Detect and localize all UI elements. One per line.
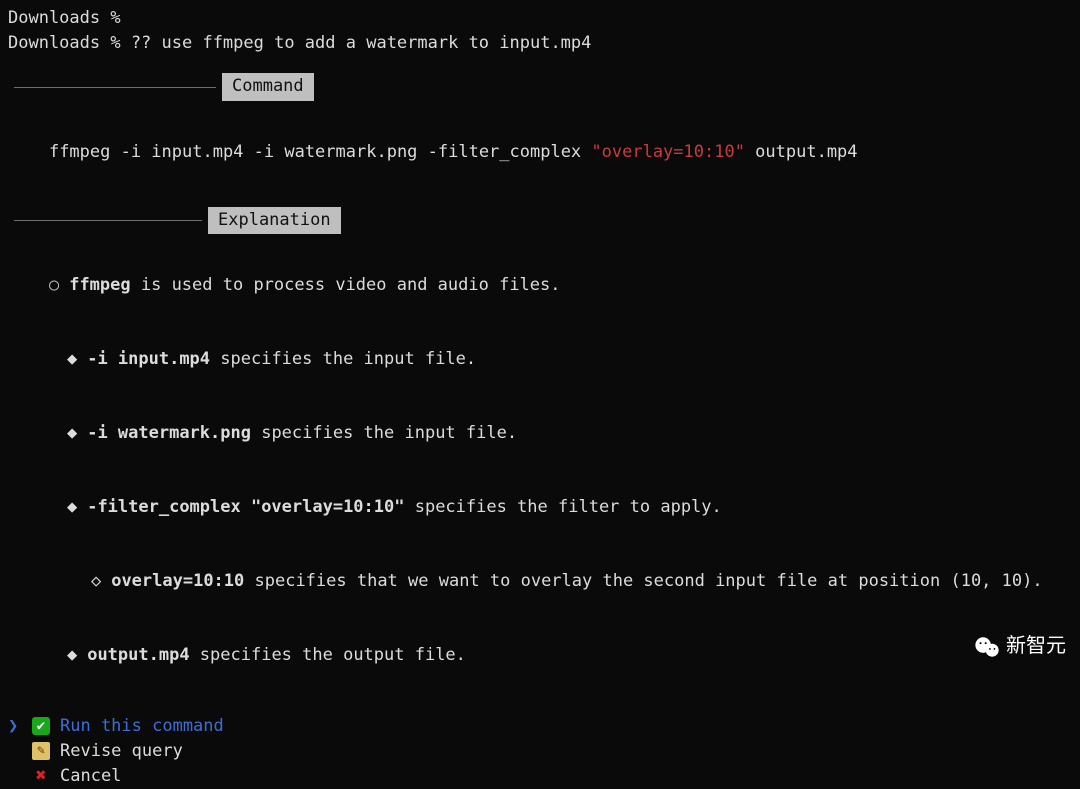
- explanation-item: ◆ -i watermark.png specifies the input fi…: [8, 396, 1072, 470]
- explanation-subitem: ◇ overlay=10:10 specifies that we want to…: [8, 544, 1072, 618]
- bullet-open-circle-icon: ○: [49, 275, 59, 295]
- term: -i input.mp4: [87, 349, 210, 369]
- watermark: 新智元: [974, 632, 1066, 661]
- explanation-body: ○ ffmpeg is used to process video and aud…: [8, 248, 1072, 692]
- command-part-1: ffmpeg -i input.mp4 -i watermark.png -fi…: [49, 142, 591, 162]
- prompt-line-1: Downloads %: [8, 6, 1072, 31]
- command-label: Command: [222, 73, 314, 101]
- term: overlay=10:10: [111, 571, 244, 591]
- option-cancel-label: Cancel: [60, 764, 121, 789]
- cancel-icon: ✖: [32, 763, 50, 789]
- command-quoted: "overlay=10:10": [591, 142, 745, 162]
- explanation-item: ◆ output.mp4 specifies the output file.: [8, 618, 1072, 692]
- rest: specifies that we want to overlay the se…: [244, 571, 1042, 591]
- command-text: ffmpeg -i input.mp4 -i watermark.png -fi…: [8, 142, 858, 187]
- explanation-label: Explanation: [208, 207, 341, 235]
- option-run[interactable]: ❯ ✔ Run this command: [8, 714, 1072, 739]
- option-revise[interactable]: ✎ Revise query: [8, 739, 1072, 764]
- command-header: Command: [8, 73, 1072, 101]
- option-cancel[interactable]: ✖ Cancel: [8, 763, 1072, 789]
- watermark-text: 新智元: [1006, 632, 1066, 661]
- explanation-item: ◆ -i input.mp4 specifies the input file.: [8, 322, 1072, 396]
- term: output.mp4: [87, 645, 189, 665]
- rule-line: [14, 87, 216, 88]
- bullet-diamond-icon: ◆: [67, 497, 77, 517]
- bullet-diamond-icon: ◆: [67, 423, 77, 443]
- option-run-label: Run this command: [60, 714, 224, 739]
- explanation-root-rest: is used to process video and audio files…: [131, 275, 561, 295]
- option-revise-label: Revise query: [60, 739, 183, 764]
- prompt-line-2: Downloads % ?? use ffmpeg to add a water…: [8, 31, 1072, 56]
- bullet-diamond-icon: ◆: [67, 349, 77, 369]
- term: -filter_complex "overlay=10:10": [87, 497, 404, 517]
- command-part-2: output.mp4: [745, 142, 858, 162]
- rest: specifies the filter to apply.: [404, 497, 721, 517]
- term: -i watermark.png: [87, 423, 251, 443]
- wechat-icon: [974, 636, 1000, 658]
- rule-line: [14, 220, 202, 221]
- term-ffmpeg: ffmpeg: [69, 275, 130, 295]
- bullet-open-diamond-icon: ◇: [91, 571, 101, 591]
- explanation-header: Explanation: [8, 207, 1072, 235]
- explanation-item: ◆ -filter_complex "overlay=10:10" specifi…: [8, 470, 1072, 544]
- options-list: ❯ ✔ Run this command ✎ Revise query ✖ Ca…: [8, 714, 1072, 789]
- check-icon: ✔: [32, 717, 50, 735]
- explanation-root: ○ ffmpeg is used to process video and aud…: [8, 248, 1072, 322]
- rest: specifies the input file.: [251, 423, 517, 443]
- rest: specifies the input file.: [210, 349, 476, 369]
- command-block: ffmpeg -i input.mp4 -i watermark.png -fi…: [8, 115, 1072, 189]
- selection-arrow-icon: ❯: [8, 714, 22, 739]
- bullet-diamond-icon: ◆: [67, 645, 77, 665]
- edit-icon: ✎: [32, 742, 50, 760]
- rest: specifies the output file.: [190, 645, 466, 665]
